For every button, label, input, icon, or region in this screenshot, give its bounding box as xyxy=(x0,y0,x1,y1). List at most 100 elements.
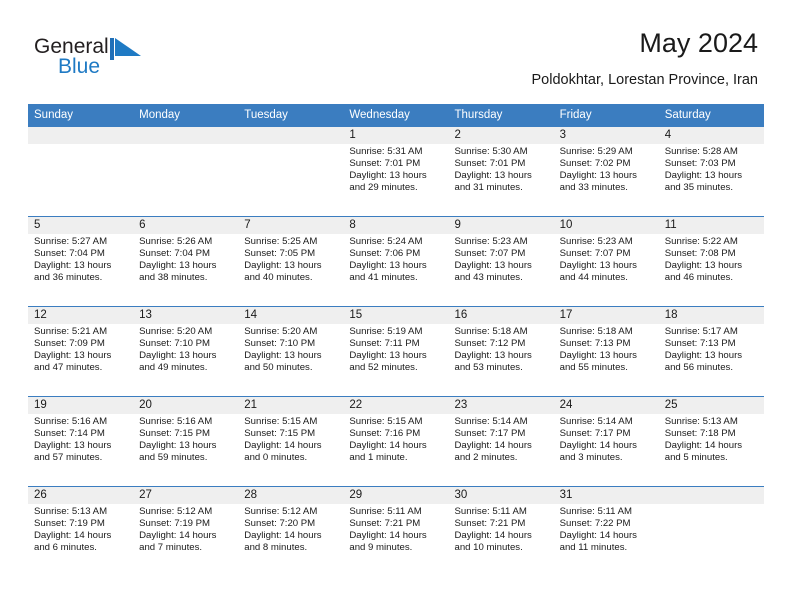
day-cell[interactable]: 17 Sunrise: 5:18 AM Sunset: 7:13 PM Dayligh… xyxy=(554,307,659,396)
sunrise-time: Sunrise: 5:27 AM xyxy=(34,236,108,247)
sunrise-time: Sunrise: 5:12 AM xyxy=(244,506,318,517)
day-number: 11 xyxy=(664,219,677,231)
day-cell[interactable]: 31 Sunrise: 5:11 AM Sunset: 7:22 PM Dayligh… xyxy=(554,487,659,576)
day-cell[interactable]: 22 Sunrise: 5:15 AM Sunset: 7:16 PM Dayligh… xyxy=(343,397,448,486)
day-cell[interactable]: 9 Sunrise: 5:23 AM Sunset: 7:07 PM Daylight… xyxy=(449,217,554,306)
day-number: 26 xyxy=(34,489,47,501)
day-number: 1 xyxy=(349,129,356,141)
day-cell[interactable]: 18 Sunrise: 5:17 AM Sunset: 7:13 PM Dayligh… xyxy=(659,307,764,396)
daylight-duration-line2: and 44 minutes. xyxy=(559,272,628,284)
day-cell[interactable]: 20 Sunrise: 5:16 AM Sunset: 7:15 PM Dayligh… xyxy=(133,397,238,486)
daylight-duration-line1: Daylight: 13 hours xyxy=(559,260,637,272)
day-cell[interactable]: 4 Sunrise: 5:28 AM Sunset: 7:03 PM Daylight… xyxy=(659,127,764,216)
day-sun-info: Sunrise: 5:15 AM Sunset: 7:15 PM Daylight:… xyxy=(244,416,341,464)
sunset-time: Sunset: 7:13 PM xyxy=(664,338,736,350)
sunrise-time: Sunrise: 5:20 AM xyxy=(244,326,318,337)
daylight-duration-line2: and 5 minutes. xyxy=(664,452,728,464)
day-cell[interactable]: 19 Sunrise: 5:16 AM Sunset: 7:14 PM Dayligh… xyxy=(28,397,133,486)
day-cell[interactable]: 6 Sunrise: 5:26 AM Sunset: 7:04 PM Daylight… xyxy=(133,217,238,306)
week-cells: 5 Sunrise: 5:27 AM Sunset: 7:04 PM Daylight… xyxy=(28,217,764,306)
day-cell[interactable]: 26 Sunrise: 5:13 AM Sunset: 7:19 PM Dayligh… xyxy=(28,487,133,576)
generalblue-logo[interactable]: General Blue xyxy=(34,36,164,86)
day-sun-info: Sunrise: 5:16 AM Sunset: 7:15 PM Daylight:… xyxy=(139,416,236,464)
daylight-duration-line1: Daylight: 13 hours xyxy=(139,440,217,452)
day-cell[interactable]: 27 Sunrise: 5:12 AM Sunset: 7:19 PM Dayligh… xyxy=(133,487,238,576)
sunset-time: Sunset: 7:11 PM xyxy=(349,338,420,350)
daylight-duration-line1: Daylight: 14 hours xyxy=(139,530,217,542)
day-cell[interactable]: 1 Sunrise: 5:31 AM Sunset: 7:01 PM Daylight… xyxy=(343,127,448,216)
daylight-duration-line2: and 41 minutes. xyxy=(349,272,418,284)
daylight-duration-line2: and 49 minutes. xyxy=(139,362,208,374)
weekday-header-sunday: Sunday xyxy=(34,109,74,121)
daylight-duration-line1: Daylight: 14 hours xyxy=(349,530,427,542)
day-cell[interactable]: 28 Sunrise: 5:12 AM Sunset: 7:20 PM Dayligh… xyxy=(238,487,343,576)
day-cell[interactable]: 5 Sunrise: 5:27 AM Sunset: 7:04 PM Daylight… xyxy=(28,217,133,306)
daylight-duration-line1: Daylight: 14 hours xyxy=(34,530,112,542)
logo-flag-icon xyxy=(110,38,142,60)
day-number: 3 xyxy=(559,129,567,141)
day-number: 7 xyxy=(244,219,251,231)
sunrise-time: Sunrise: 5:30 AM xyxy=(454,146,528,157)
sunset-time: Sunset: 7:10 PM xyxy=(139,338,211,350)
day-cell[interactable]: 29 Sunrise: 5:11 AM Sunset: 7:21 PM Dayligh… xyxy=(343,487,448,576)
sunrise-time: Sunrise: 5:26 AM xyxy=(139,236,213,247)
day-cell[interactable]: 10 Sunrise: 5:23 AM Sunset: 7:07 PM Dayligh… xyxy=(554,217,659,306)
day-cell[interactable]: 15 Sunrise: 5:19 AM Sunset: 7:11 PM Dayligh… xyxy=(343,307,448,396)
sunrise-time: Sunrise: 5:23 AM xyxy=(559,236,633,247)
day-sun-info: Sunrise: 5:28 AM Sunset: 7:03 PM Daylight:… xyxy=(665,146,762,194)
weekday-header-wednesday: Wednesday xyxy=(349,109,410,121)
day-cell[interactable]: 8 Sunrise: 5:24 AM Sunset: 7:06 PM Daylight… xyxy=(343,217,448,306)
day-number: 30 xyxy=(454,489,468,501)
day-cell[interactable]: 7 Sunrise: 5:25 AM Sunset: 7:05 PM Daylight… xyxy=(238,217,343,306)
sunset-time: Sunset: 7:18 PM xyxy=(664,428,736,440)
calendar-page: General Blue May 2024 Poldokhtar, Lorest… xyxy=(0,0,792,612)
day-cell[interactable]: 21 Sunrise: 5:15 AM Sunset: 7:15 PM Dayligh… xyxy=(238,397,343,486)
day-cell[interactable]: 24 Sunrise: 5:14 AM Sunset: 7:17 PM Dayligh… xyxy=(554,397,659,486)
daylight-duration-line2: and 43 minutes. xyxy=(454,272,523,284)
day-cell-empty xyxy=(238,127,343,216)
day-number: 27 xyxy=(139,489,152,501)
sunrise-time: Sunrise: 5:22 AM xyxy=(664,236,738,247)
calendar-week-row: 5 Sunrise: 5:27 AM Sunset: 7:04 PM Daylight… xyxy=(28,216,764,306)
sunrise-time: Sunrise: 5:11 AM xyxy=(559,506,632,517)
day-cell[interactable]: 23 Sunrise: 5:14 AM Sunset: 7:17 PM Dayligh… xyxy=(449,397,554,486)
daylight-duration-line2: and 29 minutes. xyxy=(349,182,418,194)
page-location: Poldokhtar, Lorestan Province, Iran xyxy=(531,72,759,88)
daylight-duration-line2: and 40 minutes. xyxy=(244,272,313,284)
day-cell[interactable]: 13 Sunrise: 5:20 AM Sunset: 7:10 PM Dayligh… xyxy=(133,307,238,396)
calendar-week-row: 19 Sunrise: 5:16 AM Sunset: 7:14 PM Dayligh… xyxy=(28,396,764,486)
sunrise-time: Sunrise: 5:17 AM xyxy=(664,326,738,337)
day-sun-info: Sunrise: 5:23 AM Sunset: 7:07 PM Daylight:… xyxy=(560,236,657,284)
calendar-week-row: 26 Sunrise: 5:13 AM Sunset: 7:19 PM Dayligh… xyxy=(28,486,764,576)
day-sun-info: Sunrise: 5:20 AM Sunset: 7:10 PM Daylight:… xyxy=(139,326,236,374)
day-sun-info: Sunrise: 5:29 AM Sunset: 7:02 PM Daylight:… xyxy=(560,146,657,194)
sunset-time: Sunset: 7:02 PM xyxy=(559,158,631,170)
daylight-duration-line1: Daylight: 13 hours xyxy=(349,350,427,362)
day-cell[interactable]: 2 Sunrise: 5:30 AM Sunset: 7:01 PM Daylight… xyxy=(449,127,554,216)
daylight-duration-line1: Daylight: 13 hours xyxy=(244,260,322,272)
logo-text-general: General xyxy=(34,35,109,58)
day-cell[interactable]: 3 Sunrise: 5:29 AM Sunset: 7:02 PM Daylight… xyxy=(554,127,659,216)
sunset-time: Sunset: 7:13 PM xyxy=(559,338,631,350)
daylight-duration-line1: Daylight: 14 hours xyxy=(244,530,322,542)
day-cell[interactable]: 25 Sunrise: 5:13 AM Sunset: 7:18 PM Dayligh… xyxy=(659,397,764,486)
day-cell[interactable]: 11 Sunrise: 5:22 AM Sunset: 7:08 PM Dayligh… xyxy=(659,217,764,306)
day-number: 2 xyxy=(454,129,461,141)
day-cell[interactable]: 14 Sunrise: 5:20 AM Sunset: 7:10 PM Dayligh… xyxy=(238,307,343,396)
sunset-time: Sunset: 7:01 PM xyxy=(349,158,421,170)
sunrise-time: Sunrise: 5:18 AM xyxy=(454,326,528,337)
daylight-duration-line1: Daylight: 14 hours xyxy=(454,440,532,452)
day-cell[interactable]: 16 Sunrise: 5:18 AM Sunset: 7:12 PM Dayligh… xyxy=(449,307,554,396)
day-number: 9 xyxy=(454,219,461,231)
day-number: 23 xyxy=(454,399,468,411)
week-cells: 12 Sunrise: 5:21 AM Sunset: 7:09 PM Dayligh… xyxy=(28,307,764,396)
sunrise-time: Sunrise: 5:31 AM xyxy=(349,146,423,157)
day-cell[interactable]: 30 Sunrise: 5:11 AM Sunset: 7:21 PM Dayligh… xyxy=(449,487,554,576)
weekday-header-thursday: Thursday xyxy=(454,109,503,121)
day-cell[interactable]: 12 Sunrise: 5:21 AM Sunset: 7:09 PM Dayligh… xyxy=(28,307,133,396)
daylight-duration-line1: Daylight: 13 hours xyxy=(454,260,532,272)
day-sun-info: Sunrise: 5:11 AM Sunset: 7:21 PM Daylight:… xyxy=(349,506,446,554)
sunrise-time: Sunrise: 5:13 AM xyxy=(664,416,738,427)
daylight-duration-line2: and 0 minutes. xyxy=(244,452,308,464)
sunset-time: Sunset: 7:21 PM xyxy=(349,518,421,530)
